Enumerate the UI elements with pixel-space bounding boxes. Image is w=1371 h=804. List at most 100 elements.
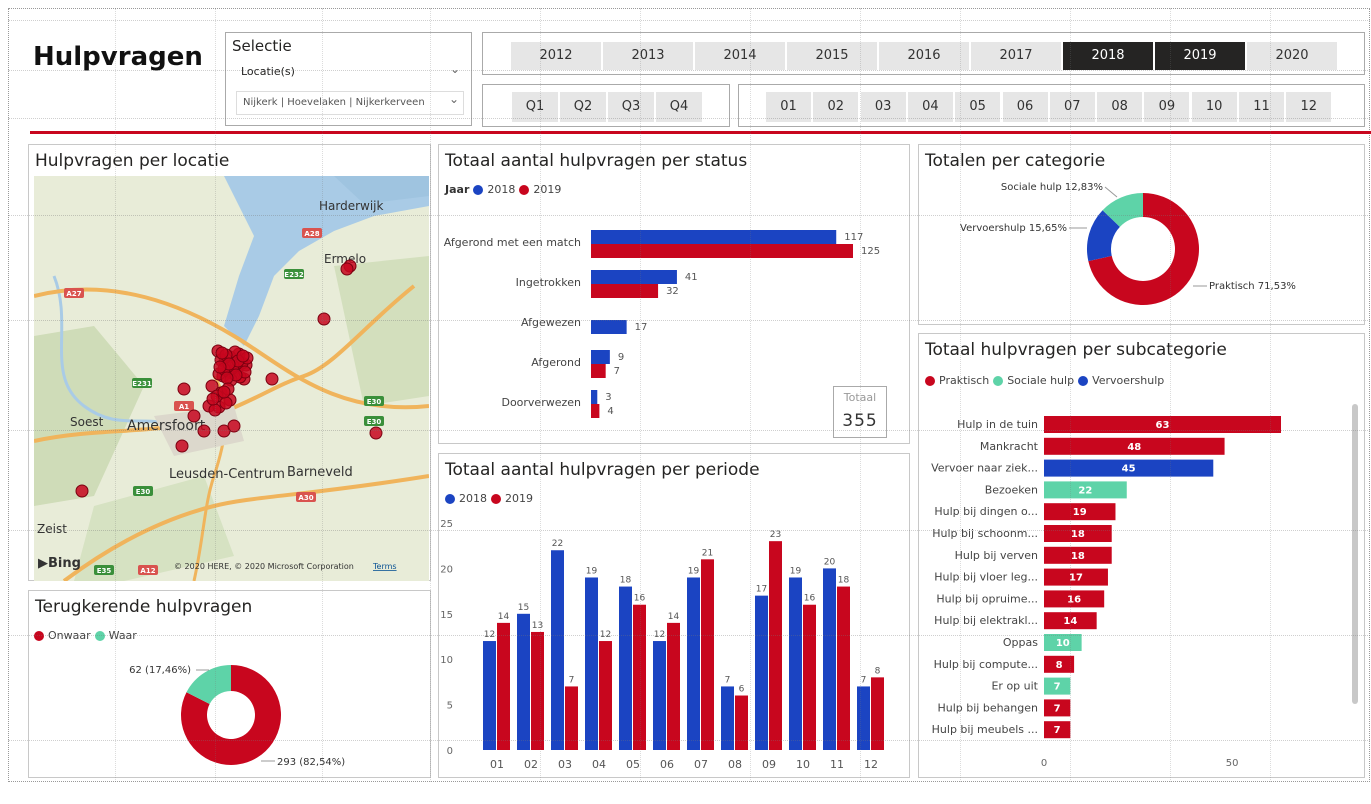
- bar[interactable]: [667, 622, 680, 750]
- map-point[interactable]: [219, 396, 233, 410]
- x-tick: 01: [490, 758, 504, 771]
- data-label: 9: [618, 352, 624, 363]
- year-button[interactable]: 2015: [787, 42, 877, 70]
- category-label: Hulp bij behangen: [937, 701, 1038, 714]
- categorie-donut[interactable]: Sociale hulp 12,83% Vervoershulp 15,65% Pr…: [919, 175, 1364, 325]
- map-point[interactable]: [340, 262, 354, 276]
- donut-label: Vervoershulp 15,65%: [960, 223, 1067, 234]
- bar[interactable]: [789, 577, 802, 750]
- bar[interactable]: [591, 390, 598, 404]
- bar[interactable]: [591, 244, 853, 258]
- layout-gridline: [8, 635, 1370, 636]
- bar[interactable]: [531, 631, 544, 750]
- scrollbar[interactable]: [1352, 404, 1358, 704]
- year-button[interactable]: 2013: [603, 42, 693, 70]
- y-tick: 10: [440, 655, 453, 666]
- bar[interactable]: [591, 284, 659, 298]
- layout-gridline: [8, 20, 1370, 21]
- map-point[interactable]: [175, 439, 189, 453]
- category-label: Doorverwezen: [501, 396, 581, 409]
- map-label: Harderwijk: [319, 199, 384, 213]
- data-label: 3: [605, 392, 611, 403]
- map-point[interactable]: [177, 382, 191, 396]
- bar[interactable]: [591, 320, 627, 334]
- bar[interactable]: [551, 550, 564, 750]
- data-label: 125: [861, 246, 880, 257]
- category-label: Afgewezen: [521, 316, 581, 329]
- periode-title: Totaal aantal hulpvragen per periode: [445, 460, 760, 480]
- bar[interactable]: [701, 559, 714, 750]
- map-point[interactable]: [220, 371, 234, 385]
- map-point[interactable]: [236, 349, 250, 363]
- status-tile: Totaal aantal hulpvragen per status Jaar…: [438, 144, 910, 444]
- data-label: 21: [702, 548, 713, 558]
- road-sign-label: A30: [298, 494, 313, 502]
- bar[interactable]: [591, 350, 610, 364]
- data-label: 22: [552, 539, 563, 549]
- map-point[interactable]: [217, 385, 231, 399]
- category-label: Er op uit: [991, 680, 1038, 693]
- year-button[interactable]: 2018: [1063, 42, 1153, 70]
- map-point[interactable]: [187, 409, 201, 423]
- road-sign-label: A27: [66, 290, 81, 298]
- bar[interactable]: [837, 586, 850, 750]
- map-point[interactable]: [75, 484, 89, 498]
- data-label: 16: [804, 594, 816, 604]
- map-visual[interactable]: Harderwijk Ermelo Soest Amersfoort Leusd…: [34, 176, 429, 581]
- year-button[interactable]: 2016: [879, 42, 969, 70]
- bar[interactable]: [497, 622, 510, 750]
- map-terms-link[interactable]: Terms: [372, 562, 397, 571]
- year-button[interactable]: 2017: [971, 42, 1061, 70]
- label-leader: [1104, 186, 1118, 198]
- data-label: 6: [739, 685, 745, 695]
- bar[interactable]: [687, 577, 700, 750]
- bar[interactable]: [823, 568, 836, 750]
- road-sign-label: A28: [304, 230, 319, 238]
- year-button[interactable]: 2012: [511, 42, 601, 70]
- subcategorie-tile: Totaal hulpvragen per subcategorie Prakt…: [918, 333, 1365, 778]
- terugkerend-donut[interactable]: 62 (17,46%) 293 (82,54%): [31, 635, 426, 775]
- x-tick: 08: [728, 758, 742, 771]
- map-point[interactable]: [317, 312, 331, 326]
- bar[interactable]: [585, 577, 598, 750]
- legend-dot-vervoershulp: [1078, 375, 1089, 386]
- bar[interactable]: [591, 270, 677, 284]
- periode-chart[interactable]: 0510152025121401151302227031912041816051…: [439, 506, 907, 776]
- donut-label: Sociale hulp 12,83%: [1001, 182, 1103, 193]
- year-button[interactable]: 2020: [1247, 42, 1337, 70]
- map-label: Leusden-Centrum: [169, 467, 285, 482]
- map-label: Barneveld: [287, 465, 353, 480]
- bar[interactable]: [735, 695, 748, 750]
- layout-gridline: [8, 70, 1370, 71]
- map-point[interactable]: [197, 424, 211, 438]
- map-title: Hulpvragen per locatie: [35, 151, 230, 171]
- bar[interactable]: [591, 364, 606, 378]
- bar[interactable]: [591, 230, 837, 244]
- bar[interactable]: [591, 404, 600, 418]
- data-label: 45: [1122, 464, 1136, 475]
- bar[interactable]: [619, 586, 632, 750]
- category-label: Hulp bij dingen o...: [934, 505, 1038, 518]
- terugkerend-tile: Terugkerende hulpvragen Onwaar Waar 62 (…: [28, 590, 431, 778]
- year-button[interactable]: 2019: [1155, 42, 1245, 70]
- bar[interactable]: [653, 641, 666, 750]
- category-label: Mankracht: [980, 440, 1039, 453]
- road-sign-label: E231: [132, 380, 152, 388]
- bar[interactable]: [803, 604, 816, 750]
- bar[interactable]: [755, 595, 768, 750]
- map-point[interactable]: [265, 372, 279, 386]
- legend-dot-2018: [473, 184, 484, 195]
- bar[interactable]: [769, 541, 782, 750]
- bar[interactable]: [599, 641, 612, 750]
- legend-label: Vervoershulp: [1092, 374, 1165, 387]
- data-label: 7: [861, 675, 867, 685]
- bar[interactable]: [483, 641, 496, 750]
- layout-gridline: [8, 740, 1370, 741]
- year-button[interactable]: 2014: [695, 42, 785, 70]
- map-point[interactable]: [206, 392, 220, 406]
- map-point[interactable]: [215, 346, 229, 360]
- subcategorie-chart[interactable]: Hulp in de tuin 63Mankracht 48Vervoer naar…: [919, 404, 1344, 804]
- data-label: 13: [532, 621, 543, 631]
- layout-gridline: [860, 8, 861, 782]
- map-point[interactable]: [369, 426, 383, 440]
